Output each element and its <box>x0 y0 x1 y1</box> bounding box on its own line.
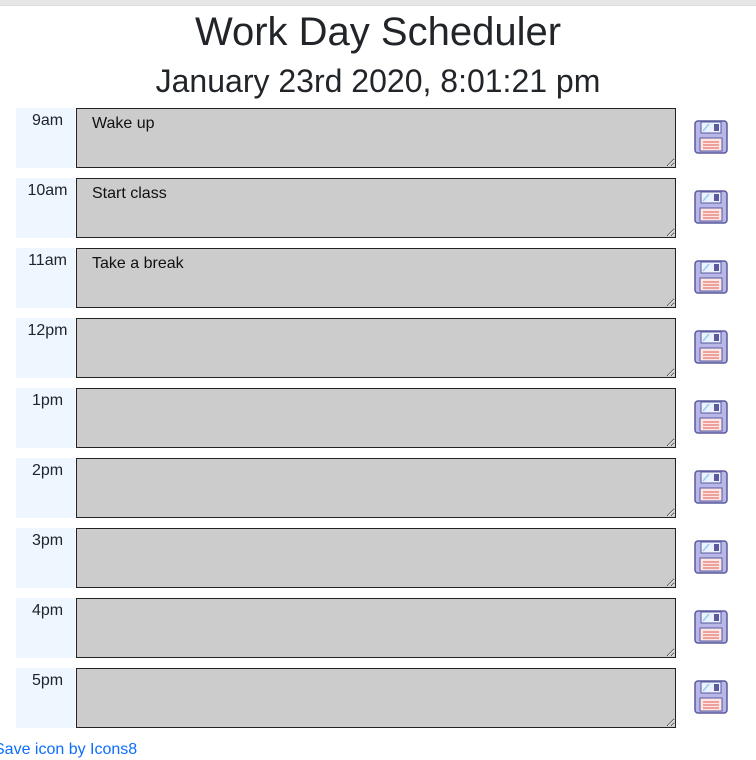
floppy-disk-icon <box>694 260 728 294</box>
hour-text: 4pm <box>31 602 64 619</box>
hour-label: 12pm <box>16 318 75 378</box>
hour-label: 9am <box>16 108 75 168</box>
save-button[interactable] <box>693 329 729 365</box>
hour-text: 2pm <box>31 462 64 479</box>
event-textarea[interactable] <box>76 668 676 728</box>
page-title: Work Day Scheduler <box>194 10 562 54</box>
event-textarea[interactable]: Start class <box>76 178 676 238</box>
timeblock-row: 12pm <box>16 318 756 378</box>
timeblock-row: 4pm <box>16 598 756 658</box>
hour-label: 3pm <box>16 528 75 588</box>
hour-text: 11am <box>28 252 67 269</box>
timeblock-row: 10am Start class <box>16 178 756 238</box>
hour-text: 3pm <box>31 532 64 549</box>
timeblock-row: 11am Take a break <box>16 248 756 308</box>
timeblock-row: 1pm <box>16 388 756 448</box>
event-textarea[interactable] <box>76 598 676 658</box>
event-textarea[interactable] <box>76 458 676 518</box>
hour-label: 5pm <box>16 668 75 728</box>
floppy-disk-icon <box>694 120 728 154</box>
event-textarea[interactable] <box>76 388 676 448</box>
timeblock-row: 5pm <box>16 668 756 728</box>
browser-top-edge <box>0 0 756 6</box>
hour-label: 10am <box>16 178 75 238</box>
timeblock-list: 9am Wake up 10am Start class 11am Take a br… <box>16 108 756 738</box>
floppy-disk-icon <box>694 680 728 714</box>
floppy-disk-icon <box>694 610 728 644</box>
timeblock-row: 2pm <box>16 458 756 518</box>
hour-text: 5pm <box>31 672 64 689</box>
hour-label: 2pm <box>16 458 75 518</box>
event-textarea[interactable] <box>76 528 676 588</box>
floppy-disk-icon <box>694 540 728 574</box>
icons8-credit-link[interactable]: Save icon by Icons8 <box>0 740 137 760</box>
save-button[interactable] <box>693 399 729 435</box>
hour-text: 12pm <box>27 322 68 339</box>
event-textarea[interactable]: Wake up <box>76 108 676 168</box>
save-button[interactable] <box>693 679 729 715</box>
hour-text: 9am <box>31 112 64 129</box>
save-button[interactable] <box>693 469 729 505</box>
floppy-disk-icon <box>694 470 728 504</box>
current-datetime: January 23rd 2020, 8:01:21 pm <box>155 63 601 99</box>
save-button[interactable] <box>693 189 729 225</box>
hour-label: 1pm <box>16 388 75 448</box>
floppy-disk-icon <box>694 190 728 224</box>
timeblock-row: 9am Wake up <box>16 108 756 168</box>
hour-text: 10am <box>27 182 68 199</box>
save-button[interactable] <box>693 609 729 645</box>
save-button[interactable] <box>693 119 729 155</box>
hour-label: 11am <box>16 248 75 308</box>
event-textarea[interactable] <box>76 318 676 378</box>
hour-text: 1pm <box>31 392 64 409</box>
save-button[interactable] <box>693 539 729 575</box>
floppy-disk-icon <box>694 330 728 364</box>
save-button[interactable] <box>693 259 729 295</box>
floppy-disk-icon <box>694 400 728 434</box>
hour-label: 4pm <box>16 598 75 658</box>
event-textarea[interactable]: Take a break <box>76 248 676 308</box>
timeblock-row: 3pm <box>16 528 756 588</box>
